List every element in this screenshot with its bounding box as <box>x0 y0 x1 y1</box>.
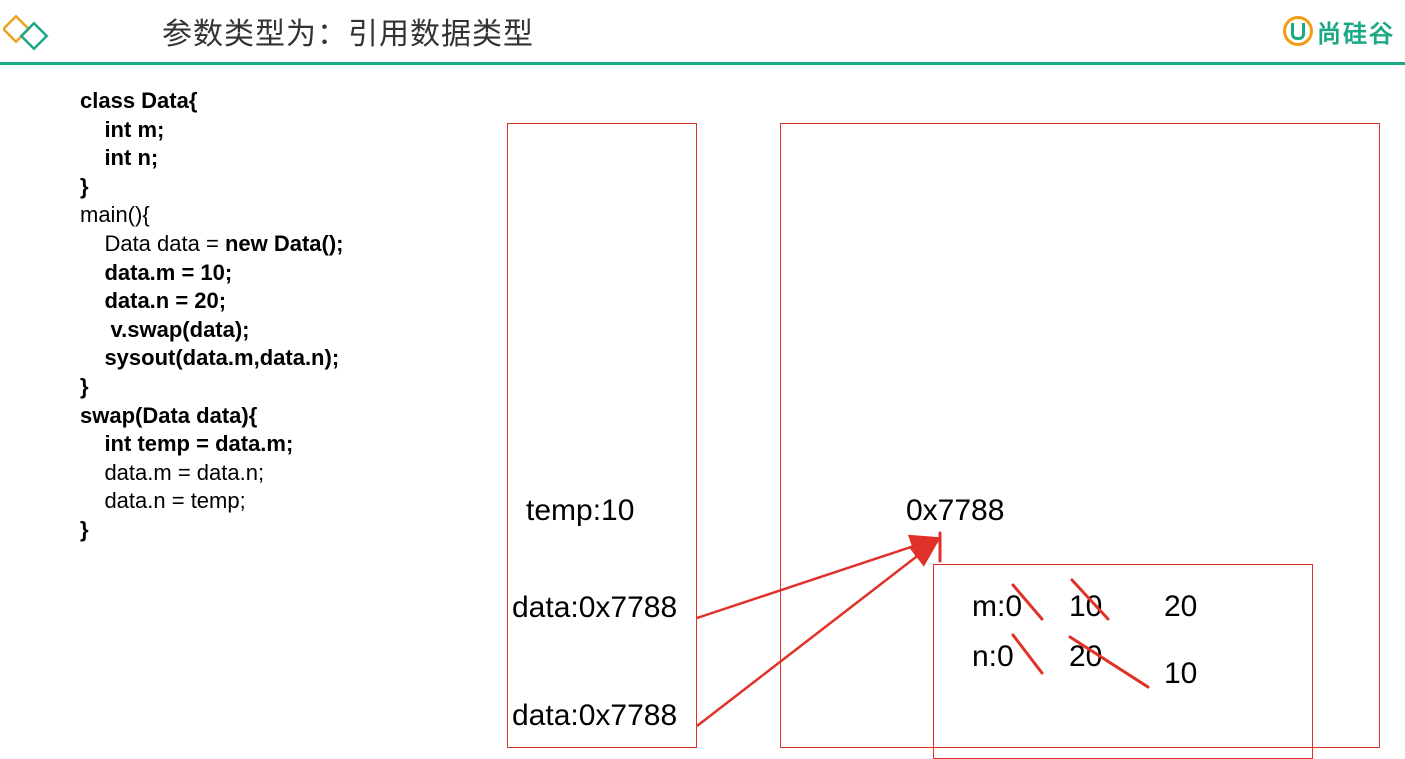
stack-temp: temp:10 <box>526 494 634 528</box>
heap-object-box: m:0 10 20 n:0 20 10 <box>933 564 1313 759</box>
code-line: main(){ <box>80 201 344 230</box>
code-line: data.n = temp; <box>80 487 344 516</box>
field-m-v1: 10 <box>1069 590 1102 624</box>
stack-data-swap: data:0x7788 <box>512 591 677 625</box>
field-n: n:0 <box>972 640 1014 674</box>
code-listing: class Data{ int m; int n; } main(){ Data… <box>80 87 344 545</box>
code-line: int n; <box>80 144 344 173</box>
field-n-v1: 20 <box>1069 640 1102 674</box>
code-line: Data data = new Data(); <box>80 230 344 259</box>
brand-text: 尚硅谷 <box>1317 14 1395 49</box>
brand-logo: 尚硅谷 <box>1283 14 1395 49</box>
slide-header: 参数类型为：引用数据类型 尚硅谷 <box>0 0 1405 65</box>
heap-memory-box: 0x7788 m:0 10 20 n:0 20 10 <box>780 123 1380 748</box>
code-line: data.m = 10; <box>80 259 344 288</box>
code-line: } <box>80 516 344 545</box>
code-line: v.swap(data); <box>80 316 344 345</box>
stack-data-main: data:0x7788 <box>512 699 677 733</box>
code-line: data.n = 20; <box>80 287 344 316</box>
code-line: } <box>80 373 344 402</box>
code-line: class Data{ <box>80 87 344 116</box>
field-n-v2: 10 <box>1164 657 1197 691</box>
heap-address: 0x7788 <box>906 494 1004 528</box>
code-line: int m; <box>80 116 344 145</box>
code-line: int temp = data.m; <box>80 430 344 459</box>
field-m-v2: 20 <box>1164 590 1197 624</box>
code-line: } <box>80 173 344 202</box>
code-line: sysout(data.m,data.n); <box>80 344 344 373</box>
diamond-icon <box>2 6 52 56</box>
field-m: m:0 <box>972 590 1022 624</box>
stack-memory-box: temp:10 data:0x7788 data:0x7788 <box>507 123 697 748</box>
brand-icon <box>1283 16 1313 46</box>
slide-content: class Data{ int m; int n; } main(){ Data… <box>0 65 1405 744</box>
code-line: data.m = data.n; <box>80 459 344 488</box>
code-line: swap(Data data){ <box>80 402 344 431</box>
slide-title: 参数类型为：引用数据类型 <box>162 9 1283 53</box>
